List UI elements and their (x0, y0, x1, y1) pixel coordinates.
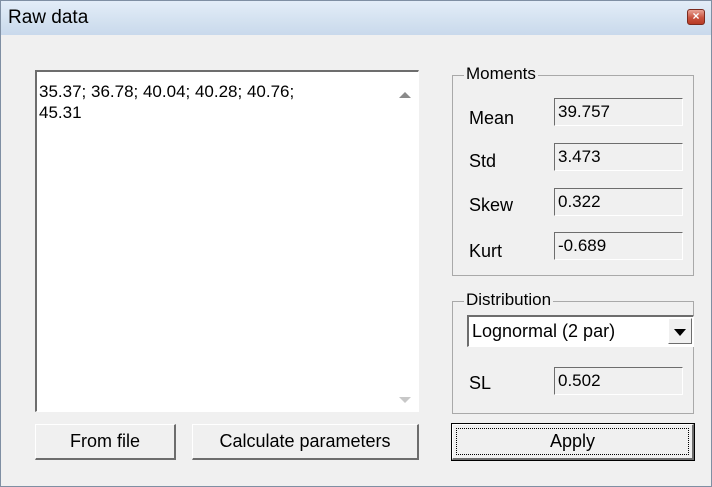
raw-data-textarea[interactable]: 35.37; 36.78; 40.04; 40.28; 40.76; 45.31 (35, 70, 419, 412)
scroll-down-icon[interactable] (399, 397, 411, 403)
from-file-button[interactable]: From file (35, 424, 176, 460)
kurt-label: Kurt (469, 241, 503, 261)
mean-label: Mean (469, 108, 515, 128)
std-field[interactable]: 3.473 (554, 143, 683, 171)
mean-field[interactable]: 39.757 (554, 98, 683, 126)
skew-field[interactable]: 0.322 (554, 188, 683, 216)
distribution-dropdown-button[interactable] (668, 318, 692, 344)
scroll-up-icon[interactable] (399, 92, 411, 98)
title-bar[interactable]: Raw data × (1, 1, 711, 35)
chevron-down-icon (674, 329, 686, 336)
distribution-selected-value: Lognormal (2 par) (472, 321, 616, 341)
skew-label: Skew (469, 195, 514, 215)
distribution-select[interactable]: Lognormal (2 par) (467, 315, 694, 347)
close-icon: × (692, 9, 700, 23)
raw-data-text: 35.37; 36.78; 40.04; 40.28; 40.76; 45.31 (39, 82, 295, 122)
sl-label: SL (469, 373, 492, 393)
window-title: Raw data (8, 7, 89, 28)
focus-rectangle (456, 428, 689, 455)
moments-legend: Moments (464, 64, 538, 84)
apply-button[interactable]: Apply (451, 423, 695, 461)
distribution-legend: Distribution (464, 290, 554, 310)
kurt-field[interactable]: -0.689 (554, 232, 683, 260)
close-button[interactable]: × (687, 9, 705, 25)
calculate-parameters-button[interactable]: Calculate parameters (192, 424, 419, 460)
sl-field[interactable]: 0.502 (554, 367, 683, 395)
raw-data-dialog: Raw data × 35.37; 36.78; 40.04; 40.28; 4… (0, 0, 712, 487)
std-label: Std (469, 151, 497, 171)
